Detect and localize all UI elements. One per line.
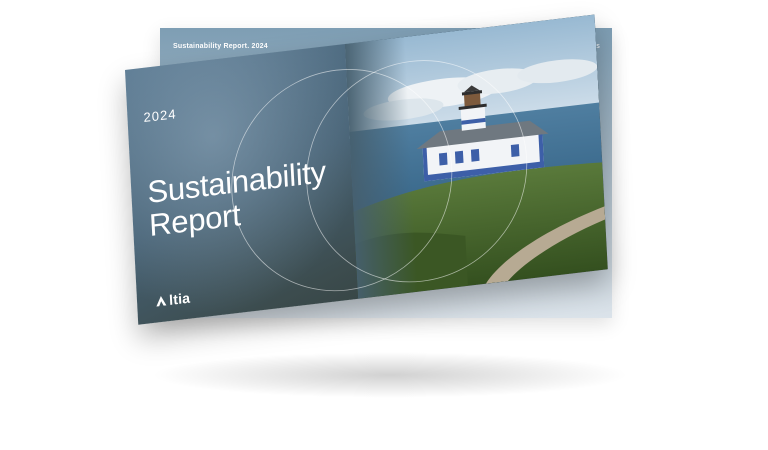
front-page: 2024 Sustainability Report ltia <box>125 14 608 325</box>
report-mockup: Sustainability Report. 2024 altia.es <box>0 0 768 450</box>
front-page-wrapper: 2024 Sustainability Report ltia <box>125 14 610 370</box>
brand-name: ltia <box>168 289 191 308</box>
altia-a-icon <box>156 295 167 307</box>
back-page-title: Sustainability Report. 2024 <box>173 43 268 50</box>
lighthouse-photo <box>344 14 608 299</box>
